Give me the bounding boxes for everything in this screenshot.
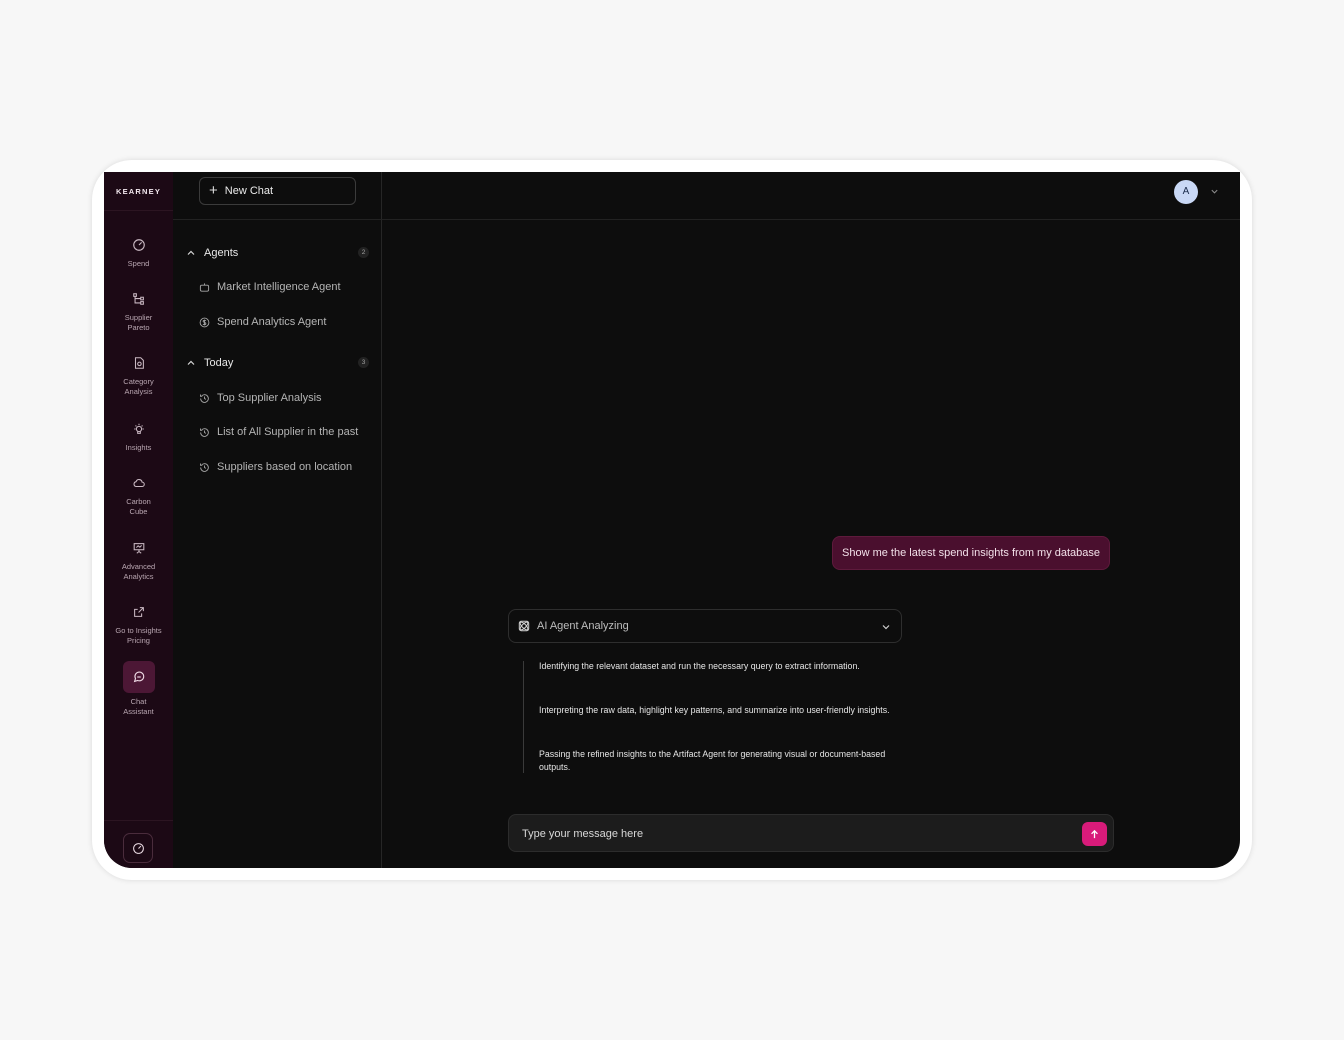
chevron-down-icon[interactable] — [1210, 187, 1219, 196]
rail-item-supplier-pareto[interactable]: Supplier Pareto — [104, 292, 173, 333]
sidebar-item-market-intelligence-agent[interactable]: Market Intelligence Agent — [199, 279, 374, 295]
sidebar-item-label: Top Supplier Analysis — [217, 392, 322, 404]
agent-status-label: AI Agent Analyzing — [537, 620, 629, 632]
rail-item-chat-assistant[interactable]: Chat Assistant — [104, 661, 173, 717]
group-count-badge: 2 — [358, 247, 369, 258]
topbar-divider — [381, 219, 1240, 220]
sidebar-item-label: List of All Supplier in the past — [217, 426, 359, 438]
history-icon — [200, 427, 209, 437]
group-count-badge: 3 — [358, 357, 369, 368]
agent-step: Interpreting the raw data, highlight key… — [539, 705, 890, 715]
rail-item-spend[interactable]: Spend — [104, 238, 173, 269]
file-icon — [134, 357, 144, 369]
agent-step: Passing the refined insights to the Arti… — [539, 749, 886, 772]
divider — [173, 219, 381, 220]
chevron-down-icon — [882, 625, 890, 630]
rail-label: Carbon Cube — [126, 497, 151, 516]
rail-label: Chat Assistant — [123, 697, 154, 716]
new-chat-label: New Chat — [224, 185, 274, 197]
gauge-icon — [132, 842, 144, 854]
sidebar-item-list-of-all-supplier[interactable]: List of All Supplier in the past — [199, 424, 374, 440]
sidebar-item-spend-analytics-agent[interactable]: Spend Analytics Agent — [199, 314, 374, 330]
agent-status-dropdown[interactable]: AI Agent Analyzing — [508, 609, 902, 643]
history-icon — [200, 393, 209, 403]
new-chat-button[interactable]: + New Chat — [199, 177, 356, 205]
sidebar-item-top-supplier-analysis[interactable]: Top Supplier Analysis — [199, 390, 374, 406]
sidebar-item-label: Spend Analytics Agent — [217, 316, 327, 328]
atom-icon — [518, 620, 530, 632]
rail-label: Insights — [125, 443, 152, 452]
external-link-icon — [133, 607, 144, 617]
rail-item-insights[interactable]: Insights — [104, 422, 173, 453]
rail-footer — [104, 820, 173, 868]
sidebar-item-label: Market Intelligence Agent — [217, 281, 341, 293]
rail-label: Go to Insights Pricing — [115, 626, 162, 645]
chevron-up-icon — [187, 360, 195, 365]
rail-item-carbon-cube[interactable]: Carbon Cube — [104, 476, 173, 517]
history-icon — [200, 462, 209, 472]
group-header-today[interactable]: Today 3 — [186, 355, 369, 371]
dashboard-button[interactable] — [123, 833, 153, 863]
gauge-icon — [132, 239, 145, 251]
chevron-up-icon — [187, 250, 195, 255]
kearney-logo: KEARNEY — [104, 172, 173, 211]
rail-label: Category Analysis — [123, 377, 154, 396]
dollar-icon — [199, 317, 210, 327]
lightbulb-icon — [133, 423, 144, 434]
rail-label: Spend — [127, 259, 150, 268]
group-header-agents[interactable]: Agents 2 — [186, 245, 369, 261]
nav-rail: KEARNEY Spend Supplier Pareto Category A… — [104, 172, 174, 868]
robot-icon — [199, 282, 210, 292]
rail-label: Supplier Pareto — [124, 313, 153, 332]
chat-icon — [133, 671, 144, 683]
arrow-up-icon — [1091, 829, 1098, 838]
chat-sidebar: + New Chat Agents 2 Market Intelligence … — [173, 172, 382, 868]
send-button[interactable] — [1082, 822, 1107, 846]
message-input[interactable] — [520, 824, 1064, 844]
hierarchy-icon — [132, 293, 144, 305]
rail-label: Advanced Analytics — [121, 562, 156, 581]
user-message-bubble: Show me the latest spend insights from m… — [832, 536, 1111, 570]
rail-item-category-analysis[interactable]: Category Analysis — [104, 356, 173, 397]
cloud-icon — [133, 479, 145, 488]
steps-timeline-line — [523, 661, 524, 773]
group-title: Today — [204, 357, 234, 369]
message-composer — [508, 814, 1114, 852]
avatar[interactable]: A — [1174, 180, 1198, 204]
rail-item-advanced-analytics[interactable]: Advanced Analytics — [104, 541, 173, 582]
sidebar-item-label: Suppliers based on location — [217, 461, 353, 473]
agent-step: Identifying the relevant dataset and run… — [539, 661, 860, 671]
rail-item-insights-pricing[interactable]: Go to Insights Pricing — [104, 605, 173, 646]
group-title: Agents — [204, 247, 239, 259]
sidebar-item-suppliers-based-on-location[interactable]: Suppliers based on location — [199, 459, 374, 475]
plus-icon: + — [209, 182, 218, 199]
presentation-icon — [133, 543, 144, 554]
app-window: KEARNEY Spend Supplier Pareto Category A… — [104, 172, 1240, 868]
